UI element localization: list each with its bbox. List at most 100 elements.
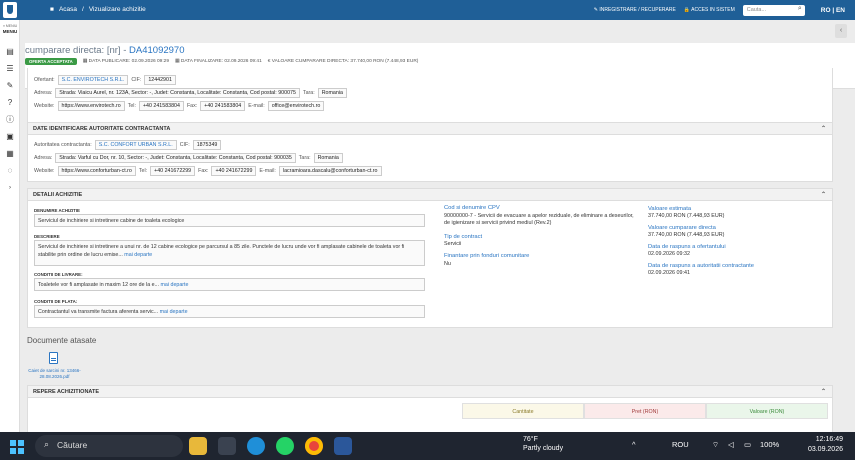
eu-funding-label: Finantare prin fonduri comunitare xyxy=(444,253,530,259)
chevron-up-icon[interactable]: ^ xyxy=(632,440,636,449)
windows-start-icon[interactable] xyxy=(10,440,24,454)
cpv-label: Cod si denumire CPV xyxy=(444,205,500,211)
supplier-email: office@envirotech.ro xyxy=(267,101,325,111)
publish-date-text: DATA PUBLICARE: 02.09.2026 09:29 xyxy=(88,59,169,64)
file-explorer-icon[interactable] xyxy=(189,437,207,455)
volume-icon[interactable]: ◁ xyxy=(728,440,734,449)
chrome-icon[interactable] xyxy=(305,437,323,455)
weather-widget[interactable]: 76°F Partly cloudy xyxy=(523,435,563,453)
col-price: Pret (RON) xyxy=(584,403,706,419)
breadcrumb-current: Vizualizare achizitie xyxy=(88,6,146,13)
clock-time: 12:16:49 xyxy=(815,436,843,443)
document-icon[interactable]: ▤ xyxy=(5,47,15,57)
lang-en[interactable]: EN xyxy=(836,7,845,14)
payment-field: Contractantul va transmite factura afere… xyxy=(34,305,425,318)
network-icon[interactable]: ⌔ xyxy=(712,440,719,450)
sidebar: ≡ MENIU MENIU ▤ ☰ ✎ ? ⓘ ▣ ▦ ◌ › xyxy=(0,20,20,432)
search-icon: ⌕ xyxy=(44,439,50,449)
login-link[interactable]: 🔒 ACCES IN SISTEM xyxy=(684,7,735,13)
authority-address: Strada: Varful cu Dor, nr. 10, Sector: -… xyxy=(55,153,296,163)
documents-title: Documente atasate xyxy=(27,336,97,345)
title-code: DA41092970 xyxy=(129,45,185,56)
top-navbar: ■ Acasa / Vizualizare achizitie ✎ INREGI… xyxy=(0,0,855,20)
finalize-date: ▦ DATA FINALIZARE: 02.09.2026 09:41 xyxy=(175,59,262,64)
chevron-up-icon[interactable]: ⌃ xyxy=(821,388,826,395)
authority-fax: +40 241672299 xyxy=(211,166,257,176)
payment-label: CONDITII DE PLATA: xyxy=(34,299,78,304)
clock-date: 03.09.2026 xyxy=(807,446,843,453)
help-icon[interactable]: ? xyxy=(5,98,15,108)
store-icon[interactable] xyxy=(218,437,236,455)
breadcrumb: ■ Acasa / Vizualizare achizitie xyxy=(50,6,146,13)
battery-percent: 100% xyxy=(760,440,780,449)
breadcrumb-home[interactable]: Acasa xyxy=(59,6,77,13)
repere-panel: REPERE ACHIZITIONATE ⌃ Cantitate Pret (R… xyxy=(27,385,833,432)
battery-icon[interactable]: ▭ xyxy=(744,440,751,449)
collapse-button[interactable]: ‹ xyxy=(835,24,847,38)
search-input[interactable]: Cauta... xyxy=(742,4,805,16)
title-meta: OFERTA ACCEPTATA ▦ DATA PUBLICARE: 02.09… xyxy=(25,58,418,65)
register-link[interactable]: ✎ INREGISTRARE / RECUPERARE xyxy=(594,7,676,13)
system-clock[interactable]: 12:16:49 03.09.2026 xyxy=(808,435,843,455)
info-icon[interactable]: ⓘ xyxy=(5,115,15,125)
portal-logo[interactable] xyxy=(3,2,17,18)
authority-name[interactable]: S.C. CONFORT URBAN S.R.L. xyxy=(94,140,177,150)
authority-cif-label: CIF: xyxy=(179,142,190,148)
chat-icon[interactable]: ◌ xyxy=(5,166,15,176)
lang-ro[interactable]: RO xyxy=(821,7,831,14)
delivery-text: Toaletele vor fi amplasate in maxim 12 o… xyxy=(38,282,160,288)
estimated-value-text: VALOARE CUMPARARE DIRECTA: 37.740,00 RON… xyxy=(271,59,419,64)
language-indicator[interactable]: ROU xyxy=(672,440,689,449)
ofertant-name[interactable]: S.C. ENVIROTECH S.R.L. xyxy=(57,75,129,85)
home-icon[interactable]: ■ xyxy=(50,6,54,13)
estimated-label: Valoare estimata xyxy=(648,206,692,212)
authority-fax-label: Fax: xyxy=(198,168,209,174)
windows-taskbar: ⌕ Căutare 76°F Partly cloudy ^ ROU ⌔ ◁ ▭… xyxy=(0,432,855,460)
supplier-fax: +40 241583804 xyxy=(200,101,246,111)
menu-button[interactable]: ≡ MENIU MENIU xyxy=(0,22,20,39)
main-content: ‹ cumparare directa: [nr] - DA41092970 O… xyxy=(21,20,855,432)
desc-more-link[interactable]: mai departe xyxy=(124,252,152,258)
list-icon[interactable]: ☰ xyxy=(5,64,15,74)
name-label: DENUMIRE ACHIZITIE xyxy=(34,208,80,213)
topbar-actions: ✎ INREGISTRARE / RECUPERARE 🔒 ACCES IN S… xyxy=(594,0,855,20)
publish-date: ▦ DATA PUBLICARE: 02.09.2026 09:29 xyxy=(82,59,169,64)
estimated-value: € VALOARE CUMPARARE DIRECTA: 37.740,00 R… xyxy=(267,59,419,64)
supplier-website: https://www.envirotech.ro xyxy=(57,101,125,111)
authority-email: lacramioara.dascalu@conforturban-ct.ro xyxy=(278,166,382,176)
supplier-address-label: Adresa: xyxy=(34,90,53,96)
supplier-fax-label: Fax: xyxy=(186,103,198,109)
edge-icon[interactable] xyxy=(247,437,265,455)
expand-icon[interactable]: › xyxy=(5,183,15,193)
delivery-more-link[interactable]: mai departe xyxy=(161,282,189,288)
repere-title: REPERE ACHIZITIONATE xyxy=(33,389,100,395)
repere-header[interactable]: REPERE ACHIZITIONATE ⌃ xyxy=(28,386,832,398)
taskbar-search[interactable]: ⌕ Căutare xyxy=(35,435,183,457)
weather-desc: Partly cloudy xyxy=(523,445,564,452)
id-card-icon[interactable]: ▣ xyxy=(5,132,15,142)
authority-panel: DATE IDENTIFICARE AUTORITATE CONTRACTANT… xyxy=(27,122,833,182)
page-header-strip xyxy=(21,20,841,42)
news-icon[interactable]: ▦ xyxy=(5,149,15,159)
authority-email-label: E-mail: xyxy=(259,168,276,174)
chevron-up-icon[interactable]: ⌃ xyxy=(821,125,826,132)
offer-response-label: Data de raspuns a ofertantului xyxy=(648,244,726,250)
payment-more-link[interactable]: mai departe xyxy=(160,309,188,315)
document-link[interactable]: Caiet de sarcini nr. 13466-28.08.2026.pd… xyxy=(27,368,82,380)
cpv-value: 90000000-7 - Servicii de evacuare a apel… xyxy=(444,213,634,226)
authority-header[interactable]: DATE IDENTIFICARE AUTORITATE CONTRACTANT… xyxy=(28,123,832,135)
pdf-file-icon[interactable] xyxy=(49,352,58,364)
chevron-up-icon[interactable]: ⌃ xyxy=(821,191,826,198)
supplier-row-3: Website: https://www.envirotech.ro Tel: … xyxy=(34,101,325,111)
supplier-row-2: Adresa: Strada: Viaicu Aurel, nr. 123A, … xyxy=(34,88,347,98)
edit-icon[interactable]: ✎ xyxy=(5,81,15,91)
ofertant-label: Ofertant: xyxy=(34,77,55,83)
authority-row-2: Adresa: Strada: Varful cu Dor, nr. 10, S… xyxy=(34,153,343,163)
word-icon[interactable] xyxy=(334,437,352,455)
whatsapp-icon[interactable] xyxy=(276,437,294,455)
language-switch[interactable]: RO | EN xyxy=(821,7,845,14)
details-header[interactable]: DETALII ACHIZITIE ⌃ xyxy=(28,189,832,201)
authority-name-label: Autoritatea contractanta: xyxy=(34,142,92,148)
supplier-website-label: Website: xyxy=(34,103,55,109)
supplier-cif-label: CIF: xyxy=(131,77,142,83)
